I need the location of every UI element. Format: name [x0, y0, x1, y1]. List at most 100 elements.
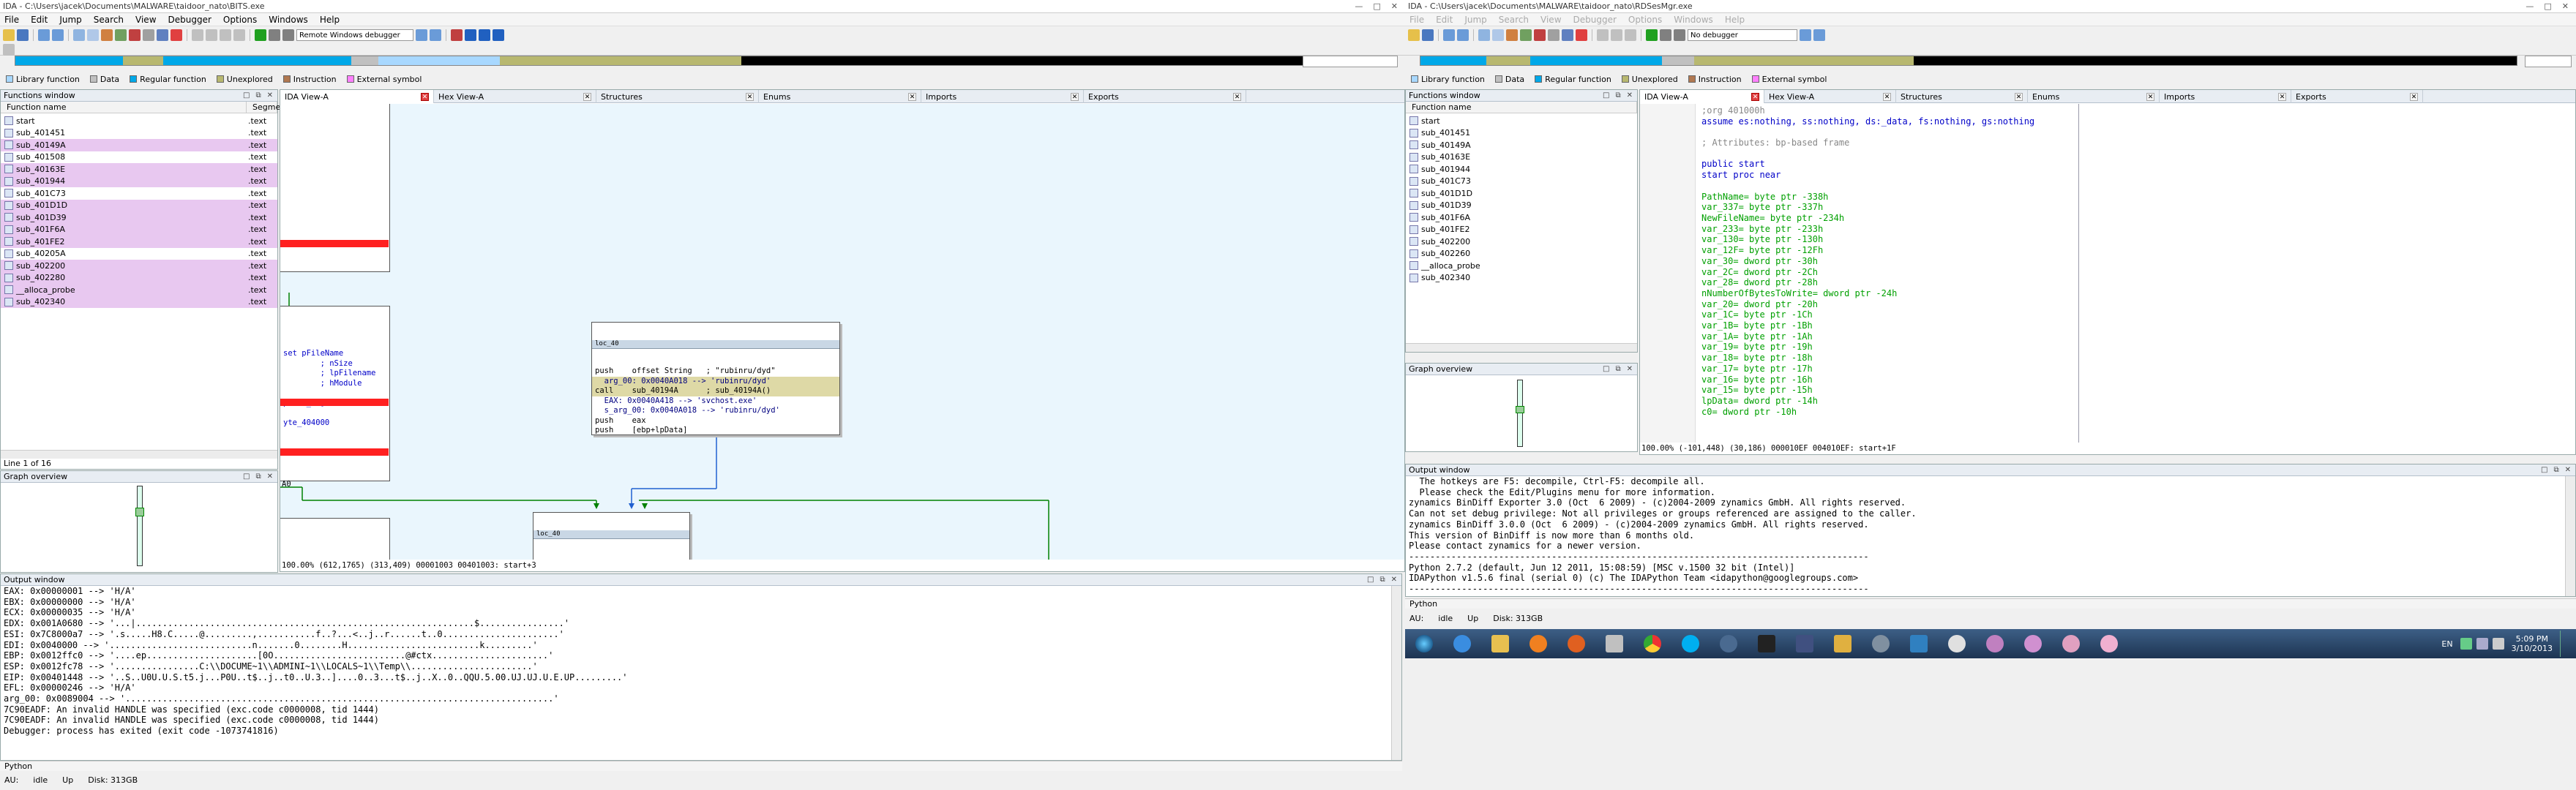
code-line[interactable]: var_2C= dword ptr -2Ch [1701, 267, 2078, 278]
play-icon[interactable] [255, 29, 266, 41]
func-icon[interactable] [1506, 29, 1518, 41]
taskbar-ida2-icon[interactable] [2017, 631, 2049, 657]
taskbar-media-icon[interactable] [1522, 631, 1554, 657]
menu-view[interactable]: View [135, 15, 156, 25]
save-icon[interactable] [1422, 29, 1434, 41]
tab-imports[interactable]: Imports ✕ [921, 90, 1084, 103]
taskbar-alien-icon[interactable] [1941, 631, 1973, 657]
code-line[interactable]: var_15= byte ptr -15h [1701, 385, 2078, 396]
menu-windows[interactable]: Windows [1674, 15, 1713, 25]
restore-icon[interactable]: ⧉ [2553, 466, 2558, 474]
close-icon[interactable]: ✕ [1627, 365, 1633, 373]
debug-option-icon[interactable] [416, 29, 427, 41]
maximize-icon[interactable]: □ [1373, 1, 1380, 11]
taskbar-outlook-icon[interactable] [1598, 631, 1630, 657]
vertical-scrollbar[interactable] [2565, 476, 2575, 596]
taskbar-skype-icon[interactable] [1674, 631, 1707, 657]
show-desktop-button[interactable] [2560, 631, 2569, 657]
function-row[interactable]: sub_401451 .text [1, 127, 277, 140]
code-line[interactable] [1701, 181, 2078, 192]
code-line[interactable]: c0= dword ptr -10h [1701, 407, 2078, 418]
back-icon[interactable] [1443, 29, 1455, 41]
tab-ida-view[interactable]: IDA View-A ✕ [280, 90, 434, 103]
col-segment[interactable]: Segme [247, 102, 280, 113]
tab-imports[interactable]: Imports ✕ [2160, 90, 2291, 103]
tray-flag-icon[interactable] [2492, 638, 2504, 650]
close-icon[interactable]: ✕ [1391, 576, 1397, 584]
taskbar-tools-icon[interactable] [1865, 631, 1897, 657]
instruction-line[interactable]: call sub_40194A ; sub_40194A() [592, 386, 839, 396]
close-icon[interactable]: ✕ [746, 92, 754, 101]
menu-file[interactable]: File [1409, 15, 1424, 25]
code-icon[interactable] [192, 29, 203, 41]
restore-icon[interactable]: ⧉ [1615, 91, 1620, 99]
menu-search[interactable]: Search [1499, 15, 1529, 25]
tab-structures[interactable]: Structures ✕ [596, 90, 759, 103]
menu-edit[interactable]: Edit [1436, 15, 1453, 25]
function-row[interactable]: sub_401F6A .text [1, 223, 277, 236]
code-line[interactable]: var_130= byte ptr -130h [1701, 234, 2078, 245]
code-line[interactable]: nNumberOfBytesToWrite= dword ptr -24h [1701, 288, 2078, 299]
code-line[interactable]: var_337= byte ptr -337h [1701, 202, 2078, 213]
close-icon[interactable]: ✕ [2015, 92, 2023, 101]
code-line[interactable]: ;org 401000h [1701, 105, 2078, 116]
struct-icon[interactable] [1548, 29, 1560, 41]
code-line[interactable]: lpData= dword ptr -14h [1701, 396, 2078, 407]
instruction-line[interactable]: s_arg_00: 0x0040A018 --> 'rubinru/dyd' [592, 406, 839, 416]
taskbar-ida3-icon[interactable] [2055, 631, 2087, 657]
code-line[interactable]: var_233= byte ptr -233h [1701, 224, 2078, 235]
vertical-scrollbar[interactable] [1391, 586, 1401, 760]
menu-jump[interactable]: Jump [59, 15, 81, 25]
enum-icon[interactable] [1562, 29, 1573, 41]
attach-icon[interactable] [430, 29, 441, 41]
function-row[interactable]: __alloca_probe [1406, 260, 1637, 272]
graph-node-partial-top[interactable] [280, 104, 390, 272]
menu-file[interactable]: File [4, 15, 19, 25]
close-icon[interactable]: ✕ [1391, 1, 1398, 11]
tab-ida-view[interactable]: IDA View-A ✕ [1640, 90, 1764, 103]
function-row[interactable]: sub_401944 [1406, 163, 1637, 176]
code-line[interactable]: var_20= dword ptr -20h [1701, 299, 2078, 310]
code-icon[interactable] [1597, 29, 1609, 41]
stop-icon[interactable] [171, 29, 182, 41]
function-row[interactable]: sub_401451 [1406, 127, 1637, 140]
taskbar-firefox-icon[interactable] [1560, 631, 1592, 657]
python-input[interactable]: Python [1405, 598, 2576, 609]
func-icon[interactable] [101, 29, 113, 41]
taskbar-ida4-icon[interactable] [2093, 631, 2125, 657]
float-icon[interactable]: □ [243, 473, 250, 481]
function-row[interactable]: __alloca_probe .text [1, 284, 277, 296]
instruction-line[interactable]: push offset String ; "rubinru/dyd" [592, 366, 839, 377]
function-row[interactable]: sub_402200 .text [1, 260, 277, 272]
close-icon[interactable]: ✕ [421, 92, 429, 101]
code-line[interactable]: ; Attributes: bp-based frame [1701, 138, 2078, 148]
tab-exports[interactable]: Exports ✕ [2291, 90, 2423, 103]
code-line[interactable]: var_16= byte ptr -16h [1701, 375, 2078, 385]
instruction-line[interactable]: yte_404000 [280, 418, 389, 429]
instruction-line[interactable]: EAX: 0x0040A418 --> 'svchost.exe' [592, 396, 839, 407]
tab-enums[interactable]: Enums ✕ [2028, 90, 2160, 103]
stop-icon[interactable] [1576, 29, 1587, 41]
strings-icon[interactable] [129, 29, 141, 41]
language-indicator[interactable]: EN [2441, 639, 2452, 649]
function-row[interactable]: sub_401FE2 .text [1, 236, 277, 248]
tab-hex-view[interactable]: Hex View-A ✕ [434, 90, 596, 103]
code-line[interactable]: PathName= byte ptr -338h [1701, 192, 2078, 203]
stop-debug-icon[interactable] [1674, 29, 1685, 41]
taskbar-folder-icon[interactable] [1827, 631, 1859, 657]
code-line[interactable]: assume es:nothing, ss:nothing, ds:_data,… [1701, 116, 2078, 127]
function-row[interactable]: sub_40149A .text [1, 139, 277, 151]
stop-debug-icon[interactable] [282, 29, 294, 41]
col-function-name[interactable]: Function name [1, 102, 247, 113]
graph-node-bottom[interactable]: loc_40 loc_401168:mov [ebp+hObject], ebx [533, 512, 690, 560]
restore-icon[interactable]: ⧉ [255, 473, 261, 481]
function-row[interactable]: sub_402340 .text [1, 296, 277, 308]
disassembly-view[interactable]: ;org 401000h assume es:nothing, ss:nothin… [1640, 104, 2079, 443]
function-row[interactable]: sub_402200 [1406, 236, 1637, 248]
float-icon[interactable]: □ [1603, 91, 1609, 99]
start-button[interactable] [1408, 631, 1440, 657]
function-row[interactable]: sub_40163E .text [1, 163, 277, 176]
horizontal-scrollbar[interactable] [1, 450, 277, 459]
run-to-icon[interactable] [451, 29, 463, 41]
disassembly-text[interactable]: ;org 401000h assume es:nothing, ss:nothin… [1701, 105, 2078, 417]
